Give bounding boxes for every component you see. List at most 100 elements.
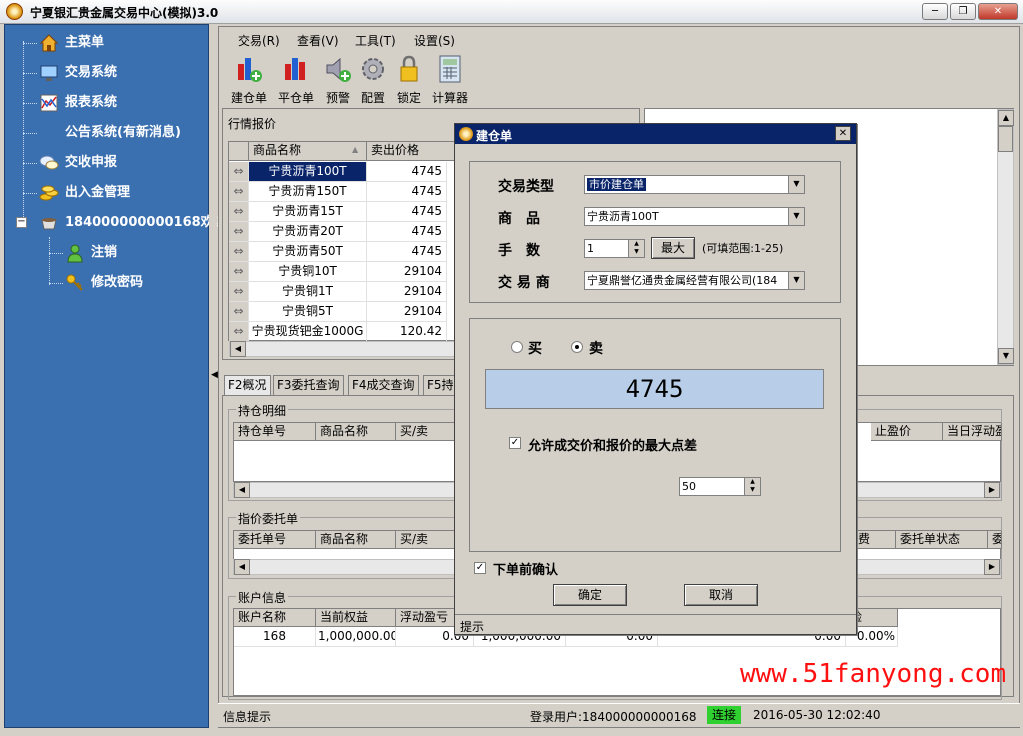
dialog-hint: 提示 bbox=[460, 620, 485, 634]
col-header-take-profit[interactable]: 止盈价 bbox=[871, 423, 943, 441]
cup-icon bbox=[41, 218, 57, 230]
tab-orders[interactable]: F3委托查询 bbox=[273, 375, 344, 395]
news-vscrollbar[interactable]: ▲ ▼ bbox=[997, 109, 1014, 365]
quote-price-cell[interactable]: 29104 bbox=[367, 302, 447, 322]
quote-price-cell[interactable]: 4745 bbox=[367, 162, 447, 182]
chevron-down-icon[interactable]: ▼ bbox=[788, 208, 804, 225]
col-header-account-name[interactable]: 账户名称 bbox=[234, 609, 316, 627]
trade-type-select[interactable]: 市价建仓单 ▼ bbox=[584, 175, 805, 194]
quote-name-cell[interactable]: 宁贵沥青15T bbox=[249, 202, 367, 222]
trader-label: 交 易 商 bbox=[498, 275, 550, 291]
scroll-right-icon[interactable]: ▶ bbox=[984, 482, 1000, 498]
stepper-arrows-icon[interactable]: ▲ ▼ bbox=[628, 240, 644, 257]
col-header-side[interactable]: 买/卖 bbox=[396, 531, 456, 549]
scroll-up-icon[interactable]: ▲ bbox=[998, 110, 1014, 126]
quote-price-cell[interactable]: 29104 bbox=[367, 282, 447, 302]
max-button[interactable]: 最大 bbox=[651, 237, 695, 259]
lock-button[interactable]: 锁定 bbox=[387, 54, 431, 105]
coins-icon bbox=[39, 185, 59, 201]
col-header-float-pnl[interactable]: 当日浮动盈 bbox=[943, 423, 1002, 441]
status-time: 2016-05-30 12:02:40 bbox=[753, 708, 881, 722]
col-header-product[interactable]: 商品名称 bbox=[316, 423, 396, 441]
sell-radio[interactable] bbox=[571, 341, 583, 353]
col-header-more[interactable]: 委 bbox=[988, 531, 1002, 549]
quote-price-cell[interactable]: 120.42 bbox=[367, 322, 447, 342]
open-position-button[interactable]: 建仓单 bbox=[227, 54, 271, 105]
col-header-holding-id[interactable]: 持仓单号 bbox=[234, 423, 316, 441]
splitter-arrow-icon[interactable]: ◀ bbox=[211, 370, 218, 380]
sell-label: 卖 bbox=[589, 341, 603, 357]
scroll-left-icon[interactable]: ◀ bbox=[230, 341, 246, 357]
quotes-hscrollbar[interactable]: ◀ bbox=[229, 341, 457, 357]
calculator-button[interactable]: 计算器 bbox=[428, 54, 472, 105]
col-header-price[interactable]: 卖出价格 bbox=[367, 142, 459, 161]
product-select[interactable]: 宁贵沥青100T ▼ bbox=[584, 207, 805, 226]
ok-button[interactable]: 确定 bbox=[553, 584, 627, 606]
stepper-arrows-icon[interactable]: ▲ ▼ bbox=[744, 478, 760, 495]
chevron-down-icon[interactable]: ▼ bbox=[788, 176, 804, 193]
allow-diff-label: 允许成交价和报价的最大点差 bbox=[528, 439, 698, 454]
quote-price-cell[interactable]: 4745 bbox=[367, 182, 447, 202]
scroll-left-icon[interactable]: ◀ bbox=[234, 559, 250, 575]
quote-price-cell[interactable]: 4745 bbox=[367, 242, 447, 262]
row-marker-icon: ⇔ bbox=[229, 202, 249, 222]
price-display: 4745 bbox=[485, 369, 824, 409]
gear-icon bbox=[362, 58, 384, 80]
quote-name-cell[interactable]: 宁贵沥青150T bbox=[249, 182, 367, 202]
scroll-thumb[interactable] bbox=[998, 126, 1013, 152]
account-equity-cell: 1,000,000.00 bbox=[316, 627, 396, 647]
menu-settings[interactable]: 设置(S) bbox=[414, 32, 455, 49]
menu-view[interactable]: 查看(V) bbox=[297, 32, 339, 49]
buy-radio[interactable] bbox=[511, 341, 523, 353]
col-header-equity[interactable]: 当前权益 bbox=[316, 609, 396, 627]
maximize-button[interactable]: ❐ bbox=[950, 3, 976, 20]
confirm-before-checkbox[interactable]: ✓ bbox=[474, 562, 486, 574]
quote-name-cell[interactable]: 宁贵沥青100T bbox=[249, 162, 367, 182]
quote-name-cell[interactable]: 宁贵沥青20T bbox=[249, 222, 367, 242]
col-header-product[interactable]: 商品名称 bbox=[316, 531, 396, 549]
connection-badge: 连接 bbox=[707, 706, 741, 724]
col-header-side[interactable]: 买/卖 bbox=[396, 423, 456, 441]
dialog-status-bar: 提示 bbox=[455, 614, 856, 634]
close-position-button[interactable]: 平仓单 bbox=[274, 54, 318, 105]
key-icon bbox=[66, 274, 83, 291]
dialog-title: 建仓单 bbox=[476, 129, 513, 143]
account-name-cell: 168 bbox=[234, 627, 316, 647]
quote-price-cell[interactable]: 4745 bbox=[367, 202, 447, 222]
dialog-close-button[interactable]: ✕ bbox=[835, 126, 851, 141]
quote-price-cell[interactable]: 29104 bbox=[367, 262, 447, 282]
tab-trades[interactable]: F4成交查询 bbox=[348, 375, 419, 395]
scroll-down-icon[interactable]: ▼ bbox=[998, 348, 1014, 364]
title-bar: 宁夏银汇贵金属交易中心(模拟)3.0 ─ ❐ ✕ bbox=[0, 0, 1023, 24]
tab-overview[interactable]: F2概况 bbox=[224, 375, 271, 395]
quote-name-cell[interactable]: 宁贵铜5T bbox=[249, 302, 367, 322]
row-marker-icon: ⇔ bbox=[229, 302, 249, 322]
quote-name-cell[interactable]: 宁贵铜10T bbox=[249, 262, 367, 282]
row-marker-icon: ⇔ bbox=[229, 162, 249, 182]
menu-tools[interactable]: 工具(T) bbox=[355, 32, 396, 49]
quantity-stepper[interactable]: 1 ▲ ▼ bbox=[584, 239, 645, 258]
chevron-down-icon[interactable]: ▼ bbox=[788, 272, 804, 289]
col-header-order-status[interactable]: 委托单状态 bbox=[896, 531, 988, 549]
trader-select[interactable]: 宁夏鼎誉亿通贵金属经营有限公司(184 ▼ bbox=[584, 271, 805, 290]
cancel-button[interactable]: 取消 bbox=[684, 584, 758, 606]
tab-bar: F2概况 F3委托查询 F4成交查询 F5持 bbox=[222, 375, 458, 395]
menu-trade[interactable]: 交易(R) bbox=[238, 32, 280, 49]
max-diff-stepper[interactable]: 50 ▲ ▼ bbox=[679, 477, 761, 496]
scroll-right-icon[interactable]: ▶ bbox=[984, 559, 1000, 575]
tab-holdings[interactable]: F5持 bbox=[423, 375, 458, 395]
close-button[interactable]: ✕ bbox=[978, 3, 1018, 20]
quote-price-cell[interactable]: 4745 bbox=[367, 222, 447, 242]
col-header-order-id[interactable]: 委托单号 bbox=[234, 531, 316, 549]
quote-name-cell[interactable]: 宁贵现货钯金1000G bbox=[249, 322, 367, 342]
window-title: 宁夏银汇贵金属交易中心(模拟)3.0 bbox=[30, 6, 219, 20]
quote-name-cell[interactable]: 宁贵铜1T bbox=[249, 282, 367, 302]
tree-collapse-toggle[interactable]: − bbox=[16, 217, 27, 228]
quote-name-cell[interactable]: 宁贵沥青50T bbox=[249, 242, 367, 262]
row-marker-icon: ⇔ bbox=[229, 242, 249, 262]
col-header-fee[interactable]: 费 bbox=[854, 531, 896, 549]
minimize-button[interactable]: ─ bbox=[922, 3, 948, 20]
scroll-left-icon[interactable]: ◀ bbox=[234, 482, 250, 498]
col-header-name[interactable]: 商品名称 bbox=[249, 142, 367, 161]
allow-diff-checkbox[interactable]: ✓ bbox=[509, 437, 521, 449]
